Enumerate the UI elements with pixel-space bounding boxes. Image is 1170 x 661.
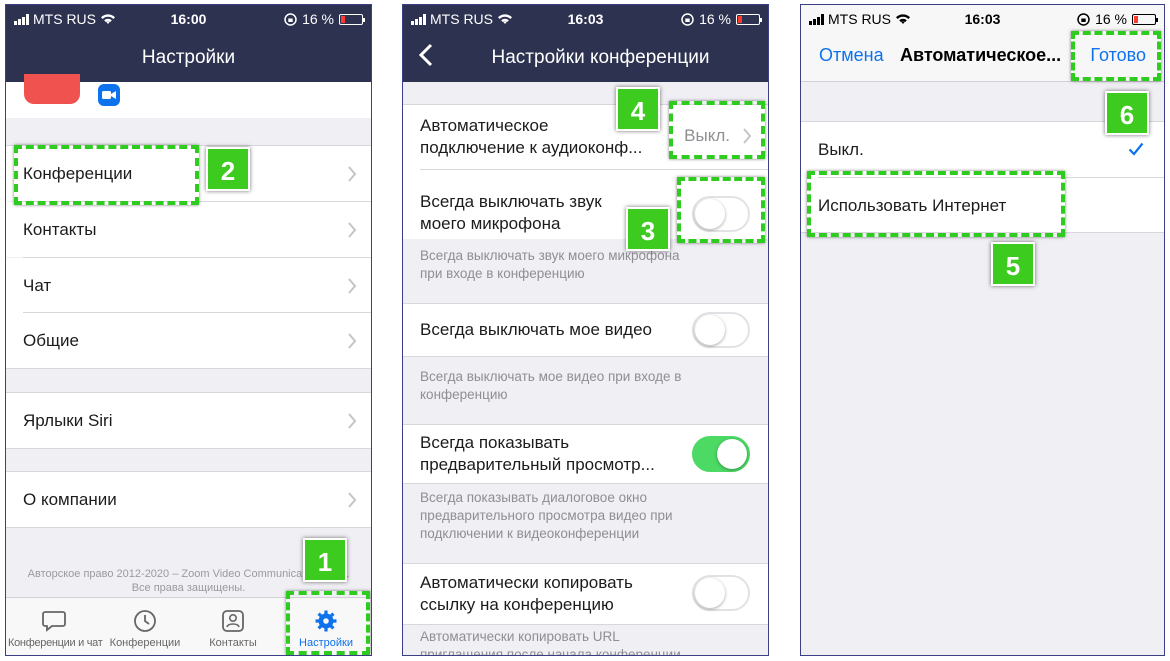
video-off-row: Всегда выключать мое видео [403,304,768,356]
chevron-right-icon [348,277,357,294]
step-badge-1: 1 [303,538,347,582]
contact-icon [222,610,244,632]
preview-row: Всегда показывать предварительный просмо… [403,425,768,483]
settings-item-label: О компании [23,489,117,509]
settings-item-general[interactable]: Общие [6,313,371,368]
settings-item-label: Общие [23,330,79,350]
step-badge-6: 6 [1105,91,1149,135]
settings-item-siri-shortcuts[interactable]: Ярлыки Siri [6,393,371,448]
step-badge-2: 2 [206,147,250,191]
preview-toggle[interactable] [692,436,750,472]
tab-meetings[interactable]: Конференции [102,609,188,649]
step-badge-5: 5 [991,242,1035,286]
profile-avatar [24,74,80,104]
battery-icon [1132,13,1158,25]
auto-connect-audio-label: Автоматическое подключение к аудиоконф..… [420,116,643,157]
chevron-right-icon [348,165,357,182]
video-off-description: Всегда выключать мое видео при входе в к… [420,369,682,402]
chat-bubble-icon [42,611,66,632]
chevron-right-icon [348,221,357,238]
preview-description: Всегда показывать диалоговое окно предва… [420,490,673,541]
copy-link-row: Автоматически копировать ссылку на конфе… [403,564,768,624]
profile-row-partial [6,74,371,118]
page-title: Автоматическое... [900,45,1062,65]
video-off-toggle[interactable] [692,312,750,348]
callout-mute-toggle [677,177,765,243]
settings-item-about[interactable]: О компании [6,472,371,527]
callout-use-internet [807,171,1065,237]
copy-link-label: Автоматически копировать ссылку на конфе… [420,573,633,614]
settings-item-chat[interactable]: Чат [6,258,371,313]
settings-item-label: Ярлыки Siri [23,410,113,430]
battery-label: 16 % [699,11,731,27]
battery-icon [339,13,365,25]
settings-item-contacts[interactable]: Контакты [6,202,371,257]
nav-bar: MTS RUS 16:03 16 % Настройки конференции [403,5,768,82]
chevron-right-icon [348,491,357,508]
callout-conferences [14,145,199,205]
preview-label: Всегда показывать предварительный просмо… [420,433,655,474]
copy-link-toggle[interactable] [692,575,750,611]
copy-link-description: Автоматически копировать URL приглашения… [420,629,681,656]
battery-label: 16 % [1095,11,1127,27]
meeting-settings-screen: MTS RUS 16:03 16 % Настройки конференции… [402,4,769,656]
option-label: Выкл. [818,139,864,159]
status-bar: MTS RUS 16:03 16 % [801,11,1164,31]
video-off-label: Всегда выключать мое видео [420,320,652,339]
page-title: Настройки конференции [491,47,710,68]
settings-item-label: Контакты [23,219,97,239]
status-bar: MTS RUS 16:03 16 % [403,11,768,31]
zoom-video-icon [98,84,120,106]
callout-settings-tab [286,591,370,655]
callout-auto-connect [669,101,765,159]
page-title: Настройки [141,47,236,68]
step-badge-4: 4 [616,87,660,131]
cancel-button[interactable]: Отмена [819,45,884,66]
battery-label: 16 % [302,11,334,27]
orientation-lock-icon [1077,12,1090,26]
nav-bar: MTS RUS 16:00 16 % Настройки [6,5,371,82]
chevron-right-icon [348,412,357,429]
settings-item-label: Чат [23,275,52,295]
step-badge-3: 3 [626,207,670,251]
tab-meetings-chat[interactable]: Конференции и чат [8,609,103,649]
callout-done [1071,31,1161,81]
orientation-lock-icon [284,12,297,26]
chevron-right-icon [348,332,357,349]
tab-contacts[interactable]: Контакты [192,609,274,649]
checkmark-icon [1128,142,1144,156]
orientation-lock-icon [681,12,694,26]
battery-icon [736,13,762,25]
status-bar: MTS RUS 16:00 16 % [6,11,371,31]
mute-mic-label: Всегда выключать звук моего микрофона [420,192,602,233]
clock-icon [134,610,156,632]
